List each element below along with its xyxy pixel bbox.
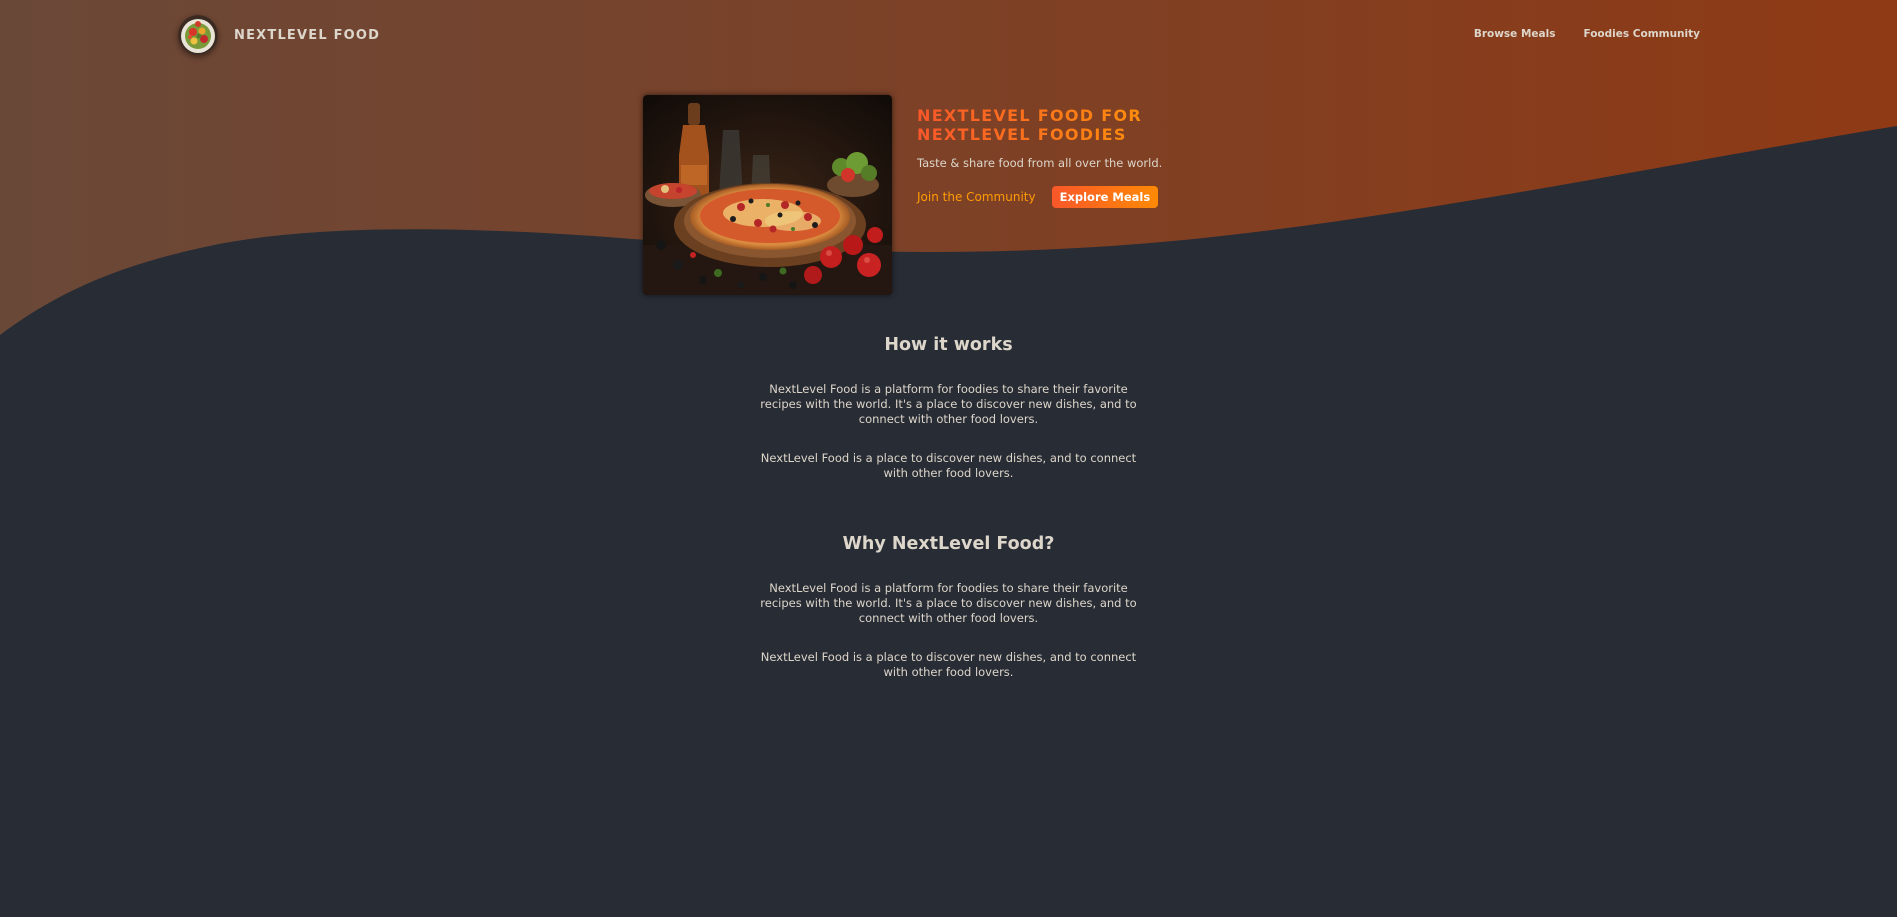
section-heading: Why NextLevel Food? [842, 534, 1055, 554]
section-paragraph: NextLevel Food is a place to discover ne… [760, 451, 1137, 480]
logo-link[interactable]: NextLevel Food [178, 15, 380, 55]
hero-cta: Join the Community Explore Meals [917, 186, 1197, 208]
brand-name: NextLevel Food [234, 27, 381, 43]
section-paragraph: NextLevel Food is a platform for foodies… [760, 382, 1137, 426]
how-it-works-section: How it works NextLevel Food is a platfor… [749, 334, 1149, 481]
main-content: How it works NextLevel Food is a platfor… [0, 334, 1897, 680]
food-plate-logo-icon [178, 15, 218, 55]
join-community-link[interactable]: Join the Community [917, 190, 1036, 204]
why-nextlevel-section: Why NextLevel Food? NextLevel Food is a … [749, 533, 1149, 680]
hero-subtitle: Taste & share food from all over the wor… [917, 156, 1163, 170]
nav-foodies-community-link[interactable]: Foodies Community [1583, 28, 1700, 40]
hero-text: NextLevel Food for NextLevel Foodies Tas… [917, 106, 1197, 208]
hero-title-line-1: NextLevel Food for [917, 106, 1143, 125]
page: NextLevel Food Browse Meals Foodies Comm… [0, 0, 1897, 917]
hero-pizza-image [643, 95, 892, 295]
explore-meals-button[interactable]: Explore Meals [1051, 186, 1159, 208]
hero-title-line-2: NextLevel Foodies [917, 125, 1127, 144]
hero-title: NextLevel Food for NextLevel Foodies [917, 106, 1197, 144]
section-heading: How it works [884, 335, 1013, 355]
main-nav: Browse Meals Foodies Community [1474, 28, 1700, 40]
nav-browse-meals-link[interactable]: Browse Meals [1474, 28, 1556, 40]
main-header: NextLevel Food Browse Meals Foodies Comm… [0, 0, 1897, 70]
section-paragraph: NextLevel Food is a platform for foodies… [760, 581, 1137, 625]
section-paragraph: NextLevel Food is a place to discover ne… [760, 650, 1137, 679]
